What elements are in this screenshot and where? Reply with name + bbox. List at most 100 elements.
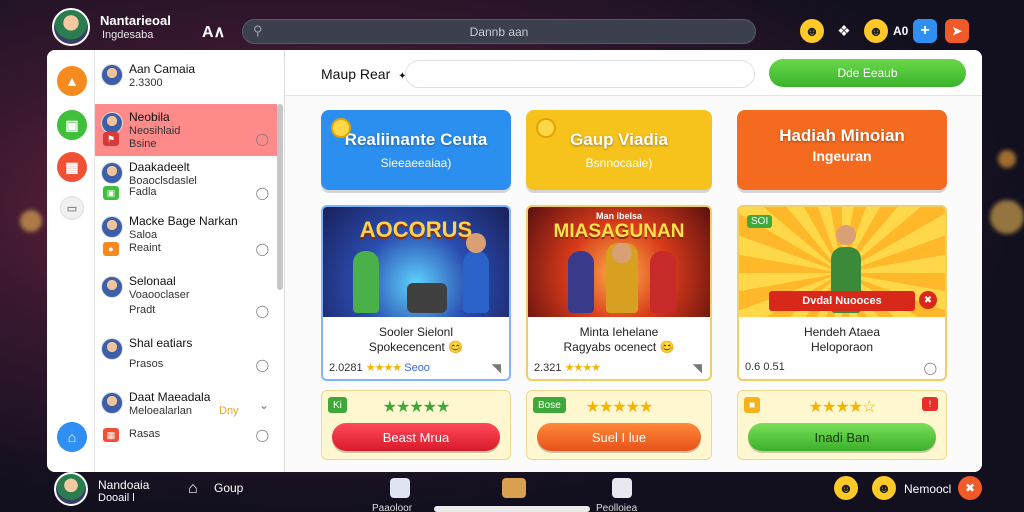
brand-icon[interactable]: A∧ <box>202 22 225 42</box>
card-title-line: Minta Iehelane <box>579 325 659 339</box>
corner-badge: SOI <box>747 215 773 228</box>
cube-icon[interactable] <box>612 478 632 498</box>
game-art: AOCORUS <box>323 207 509 317</box>
game-card[interactable]: AOCORUS Sooler Sielonl Spokecencent 😊 2.… <box>321 205 511 381</box>
avatar <box>101 338 123 360</box>
search-value: Dannb aan <box>469 25 529 39</box>
list-item[interactable]: Shal eatiars Prasos ◯ <box>95 330 277 382</box>
message-icon[interactable]: ◯ <box>256 428 269 442</box>
character-head <box>466 233 486 253</box>
banner-card[interactable]: Hadiah Minoian Ingeuran <box>737 110 947 190</box>
message-icon[interactable]: ◯ <box>256 132 269 146</box>
contact-list: Aan Camaia 2.3300 Neobila Neosihlaid ⚑ B… <box>95 50 285 472</box>
user-avatar[interactable] <box>52 8 90 46</box>
share-icon[interactable]: ◯ <box>924 361 937 375</box>
smiley-icon[interactable]: ☻ <box>800 19 824 43</box>
list-item[interactable]: Daat Maeadala Meloealarlan Dny ▦ Rasas ⌄… <box>95 384 277 442</box>
bottom-user-sub: Dooail l <box>98 492 135 504</box>
top-bar: Nantarieoal Ingdesaba A∧ ⚲ Dannb aan ☻ ❖… <box>0 0 1024 48</box>
game-art-subtitle: Man ibelsa <box>595 211 642 221</box>
box-icon[interactable] <box>502 478 526 498</box>
message-icon[interactable]: ◯ <box>256 186 269 200</box>
message-icon[interactable]: ◯ <box>256 242 269 256</box>
chevron-down-icon[interactable]: ⌄ <box>259 398 269 412</box>
close-icon[interactable]: ✖ <box>958 476 982 500</box>
action-button[interactable]: Beast Mrua <box>332 423 500 451</box>
card-title: Sooler Sielonl Spokecencent 😊 <box>323 325 509 355</box>
list-item[interactable]: Selonaal Voaooclaser Pradt ◯ <box>95 268 277 320</box>
contact-detail: Voaooclaser <box>129 289 190 301</box>
game-art-title: MIASAGUNAN <box>553 221 685 242</box>
bottom-user-name: Nandoaia <box>98 478 150 492</box>
list-item[interactable]: Macke Bage Narkan Saloa ● Reaint ◯ <box>95 208 277 260</box>
card-title: Hendeh Ataea Heloporaon <box>739 325 945 355</box>
home-indicator <box>434 506 590 512</box>
chat-icon[interactable]: ▣ <box>57 110 87 140</box>
home-icon[interactable]: ⌂ <box>188 480 198 498</box>
character-figure <box>650 251 676 313</box>
banner-subtitle: Sieeaeeaiaa) <box>380 156 452 170</box>
contact-detail: Saloa <box>129 229 158 241</box>
action-button[interactable]: Suel I lue <box>537 423 701 451</box>
cube-icon[interactable] <box>390 478 410 498</box>
action-button[interactable]: Inadi Ban <box>748 423 936 451</box>
character-head <box>836 225 856 245</box>
group-label[interactable]: Goup <box>214 481 243 495</box>
page-title: Maup Rear ✦ <box>321 66 407 82</box>
panel-header: Maup Rear ✦ Dde Eeaub <box>285 50 982 96</box>
message-icon[interactable]: ◯ <box>256 358 269 372</box>
game-art: Man ibelsa MIASAGUNAN <box>528 207 710 317</box>
share-icon[interactable]: ◥ <box>492 361 501 375</box>
card-subtitle: Ragyabs ocenect 😊 <box>563 340 675 354</box>
share-icon[interactable]: ◥ <box>693 361 702 375</box>
contact-name: Macke Bage Narkan <box>129 214 238 228</box>
user-avatar[interactable] <box>54 472 88 506</box>
triangle-icon[interactable]: ▲ <box>57 66 87 96</box>
add-icon[interactable]: + <box>913 19 937 43</box>
game-card[interactable]: Man ibelsa MIASAGUNAN Minta Iehelane Rag… <box>526 205 712 381</box>
primary-action-button[interactable]: Dde Eeaub <box>769 59 966 87</box>
card-extra: Seoo <box>404 362 430 374</box>
contact-status: Pradt <box>129 304 156 316</box>
list-item[interactable]: Aan Camaia 2.3300 <box>95 56 277 108</box>
message-input[interactable] <box>405 60 755 88</box>
avatar <box>101 276 123 298</box>
send-icon[interactable]: ➤ <box>945 19 969 43</box>
search-bar[interactable]: ⚲ Dannb aan <box>242 19 756 44</box>
main-window: ▲ ▣ ▦ ▭ ⌂ Aan Camaia 2.3300 Neobila Neos… <box>47 50 982 472</box>
card-subtitle: Spokecencent 😊 <box>368 340 464 354</box>
card-stat-value: 2.0281 <box>329 362 363 374</box>
banner-card[interactable]: Gaup Viadia Bsnnocaaie) <box>526 110 712 190</box>
character-head <box>612 243 632 263</box>
contact-name: Neobila <box>129 110 170 124</box>
game-card[interactable]: SOI Dvdal Nuooces ✖ Hendeh Ataea Helopor… <box>737 205 947 381</box>
list-item[interactable]: Daakadeelt Boaoclsdaslel ▣ Fadla ◯ <box>95 154 277 206</box>
calendar-icon[interactable]: ▦ <box>57 152 87 182</box>
list-item[interactable]: Neobila Neosihlaid ⚑ Bsine ◯ <box>95 104 277 156</box>
contact-detail: 2.3300 <box>129 77 163 89</box>
rating-stars: ★★★★ <box>564 362 601 374</box>
folder-icon[interactable]: ▭ <box>60 196 84 220</box>
message-icon[interactable]: ◯ <box>256 304 269 318</box>
rating-stars: ★★★★ <box>365 362 402 374</box>
coin-icon[interactable]: ☻ <box>872 476 896 500</box>
contact-name: Selonaal <box>129 274 176 288</box>
banner-subtitle: Ingeuran <box>812 148 872 164</box>
banner-card[interactable]: Realiinante Ceuta Sieeaeeaiaa) <box>321 110 511 190</box>
tag-icon[interactable]: ❖ <box>832 19 856 43</box>
contact-name: Daat Maeadala <box>129 390 211 404</box>
coin-icon[interactable]: ☻ <box>834 476 858 500</box>
character-figure <box>463 251 489 313</box>
scrollbar[interactable] <box>277 104 283 290</box>
coin-icon[interactable]: ☻ <box>864 19 888 43</box>
notification-icon[interactable]: ! <box>922 397 938 411</box>
close-icon[interactable]: ✖ <box>919 291 937 309</box>
calendar-icon: ▦ <box>103 428 119 442</box>
bell-icon: ● <box>103 242 119 256</box>
coin-icon <box>536 118 556 138</box>
home-icon[interactable]: ⌂ <box>57 422 87 452</box>
dock-label: Peolloiea <box>596 503 638 512</box>
contact-name: Aan Camaia <box>129 62 196 76</box>
card-stat-value: 0.6 0.51 <box>745 361 785 373</box>
character-figure <box>353 251 379 313</box>
